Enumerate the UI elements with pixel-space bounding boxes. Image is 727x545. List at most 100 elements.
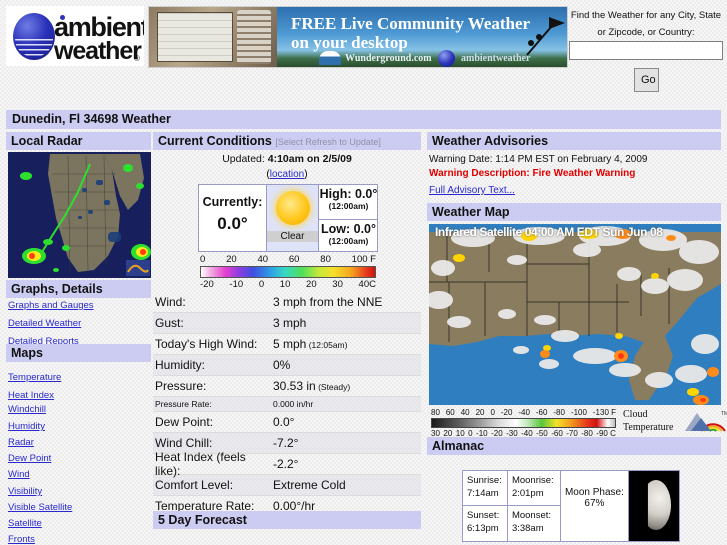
reading-row: Wind: 3 mph from the NNE	[153, 292, 421, 313]
graphs-details-header: Graphs, Details	[6, 280, 151, 298]
reading-value: 3 mph from the NNE	[273, 295, 383, 309]
legend-fahrenheit-ticks: 80 60 40 20 0 -20 -40 -60 -80 -100 -130 F	[431, 408, 616, 417]
search-prompt-line2: or Zipcode, or Country:	[597, 27, 695, 38]
logo-orb-icon	[13, 13, 55, 60]
ad-headline-line2: on your desktop	[291, 33, 408, 52]
reading-row: Humidity: 0%	[153, 355, 421, 376]
current-conditions-header: Current Conditions [Select Refresh to Up…	[153, 132, 421, 150]
updated-prefix: Updated:	[222, 153, 268, 165]
sky-condition-label: Clear	[267, 231, 318, 242]
infrared-satellite-map-image[interactable]: Infrared Satellite 04:00 AM EDT Sun Jun …	[429, 224, 721, 405]
sidebar-link-graphs-and-gauges[interactable]: Graphs and Gauges	[8, 300, 94, 311]
sidebar-link-windchill[interactable]: Windchill	[8, 404, 46, 415]
temp-tick-c-5: 30	[332, 279, 343, 290]
advertisement-banner[interactable]: FREE Live Community Weather on your desk…	[148, 6, 568, 68]
reading-row: Comfort Level: Extreme Cold	[153, 475, 421, 496]
advisory-warning-description: Warning Description: Fire Weather Warnin…	[429, 168, 636, 179]
almanac-table: Sunrise: 7:14am Sunset: 6:13pm Moonrise:…	[462, 470, 680, 542]
rainbow-mountain-logo-icon: TM	[685, 411, 727, 432]
current-conditions-title: Current Conditions	[158, 134, 272, 148]
legend-tick-f-1: 60	[445, 408, 455, 417]
sunset-cell: Sunset: 6:13pm	[463, 506, 507, 541]
cloud-temperature-scale: 80 60 40 20 0 -20 -40 -60 -80 -100 -130 F 30 20 10 0-…	[431, 408, 616, 438]
radar-map-graphic	[8, 152, 151, 278]
temp-tick-f-1: 20	[226, 254, 237, 265]
ambient-orb-icon	[438, 50, 455, 67]
sidebar-link-visibility[interactable]: Visibility	[8, 486, 42, 497]
temp-tick-c-2: 0	[258, 279, 265, 290]
legend-tick-f-10: -130 F	[592, 408, 616, 417]
sidebar-link-satellite[interactable]: Satellite	[8, 518, 42, 529]
moonrise-cell: Moonrise: 2:01pm	[507, 471, 560, 506]
device-keypad-icon	[237, 10, 271, 64]
go-button[interactable]: Go	[634, 68, 659, 92]
almanac-header: Almanac	[427, 437, 721, 455]
reading-value: Extreme Cold	[273, 478, 346, 492]
sky-condition-cell: Clear	[267, 185, 319, 251]
legend-tick-f-7: -60	[535, 408, 548, 417]
sidebar-link-detailed-weather[interactable]: Detailed Weather	[8, 318, 81, 329]
conditions-summary-table: Currently: 0.0° Clear High: 0.0° (12:00a…	[198, 184, 378, 252]
sidebar-link-fronts[interactable]: Fronts	[8, 534, 35, 545]
legend-tick-f-9: -100	[570, 408, 587, 417]
full-advisory-text-link[interactable]: Full Advisory Text...	[429, 185, 515, 196]
sunset-value: 6:13pm	[467, 523, 499, 534]
temp-tick-c-0: -20	[200, 279, 214, 290]
low-temperature-cell: Low: 0.0° (12:00am)	[319, 222, 378, 255]
reading-label: Pressure:	[155, 379, 207, 393]
moon-phase-label: Moon Phase:	[564, 487, 624, 498]
reading-value: 5 mph (12:05am)	[273, 337, 348, 351]
local-radar-image[interactable]	[8, 152, 151, 278]
legend-tick-f-2: 40	[460, 408, 470, 417]
reading-note: (Steady)	[315, 382, 351, 392]
ambient-weather-logo[interactable]: ambient weather ®	[6, 6, 144, 66]
location-search-input[interactable]	[569, 41, 723, 60]
reading-label: Today's High Wind:	[155, 337, 258, 351]
satellite-legend: 80 60 40 20 0 -20 -40 -60 -80 -100 -130 F 30 20 10 0-…	[431, 408, 727, 438]
sidebar-link-radar[interactable]: Radar	[8, 437, 34, 448]
reading-row: Heat Index (feels like): -2.2°	[153, 450, 421, 478]
reading-value: -2.2°	[273, 457, 299, 471]
sunrise-label: Sunrise:	[467, 475, 502, 486]
sidebar-link-heat-index[interactable]: Heat Index	[8, 390, 54, 401]
temperature-scale-fahrenheit-ticks: 0 20 40 60 80 100 F	[200, 254, 376, 265]
sidebar-link-wind[interactable]: Wind	[8, 469, 30, 480]
moonset-value: 3:38am	[511, 523, 544, 534]
reading-value: 30.53 in (Steady)	[273, 379, 351, 393]
sidebar-link-dew-point[interactable]: Dew Point	[8, 453, 51, 464]
low-label: Low: 0.0°	[320, 222, 376, 236]
sidebar-link-temperature[interactable]: Temperature	[8, 372, 61, 383]
sunrise-cell: Sunrise: 7:14am	[463, 471, 507, 506]
satellite-map-caption: Infrared Satellite 04:00 AM EDT Sun Jun …	[435, 225, 663, 239]
reading-label: Wind Chill:	[155, 436, 213, 450]
temp-tick-f-5: 100 F	[351, 254, 376, 265]
reading-row: Today's High Wind: 5 mph (12:05am)	[153, 334, 421, 355]
legend-color-bar	[431, 418, 616, 428]
currently-label: Currently:	[202, 195, 263, 209]
high-temperature-cell: High: 0.0° (12:00am)	[319, 187, 378, 220]
device-screen-icon	[157, 12, 233, 62]
weather-advisories-header: Weather Advisories	[427, 132, 721, 150]
moonset-label: Moonset:	[511, 510, 552, 521]
temp-tick-f-4: 80	[320, 254, 331, 265]
legend-tick-f-4: 0	[490, 408, 495, 417]
location-line: (location)	[266, 169, 308, 180]
sunset-label: Sunset:	[467, 510, 500, 521]
moon-phase-cell: Moon Phase: 67%	[561, 471, 630, 541]
currently-value: 0.0°	[217, 214, 248, 233]
weather-map-header: Weather Map	[427, 203, 721, 221]
reading-value: 0.0°	[273, 415, 295, 429]
svg-text:TM: TM	[721, 411, 727, 417]
current-temperature-cell: Currently: 0.0°	[199, 185, 267, 251]
moon-icon	[647, 480, 672, 530]
sidebar-link-visible-satellite[interactable]: Visible Satellite	[8, 502, 72, 513]
temperature-scale-celsius-ticks: -20 -10 0 10 20 30 40C	[200, 279, 376, 290]
legend-tick-f-3: 20	[475, 408, 485, 417]
reading-label: Gust:	[155, 316, 184, 330]
ad-headline-line1: FREE Live Community Weather	[291, 14, 531, 33]
location-link[interactable]: location	[270, 169, 304, 180]
sidebar-link-humidity[interactable]: Humidity	[8, 421, 45, 432]
reading-label: Wind:	[155, 295, 186, 309]
moonrise-label: Moonrise:	[511, 475, 554, 486]
reading-row: Dew Point: 0.0°	[153, 412, 421, 433]
